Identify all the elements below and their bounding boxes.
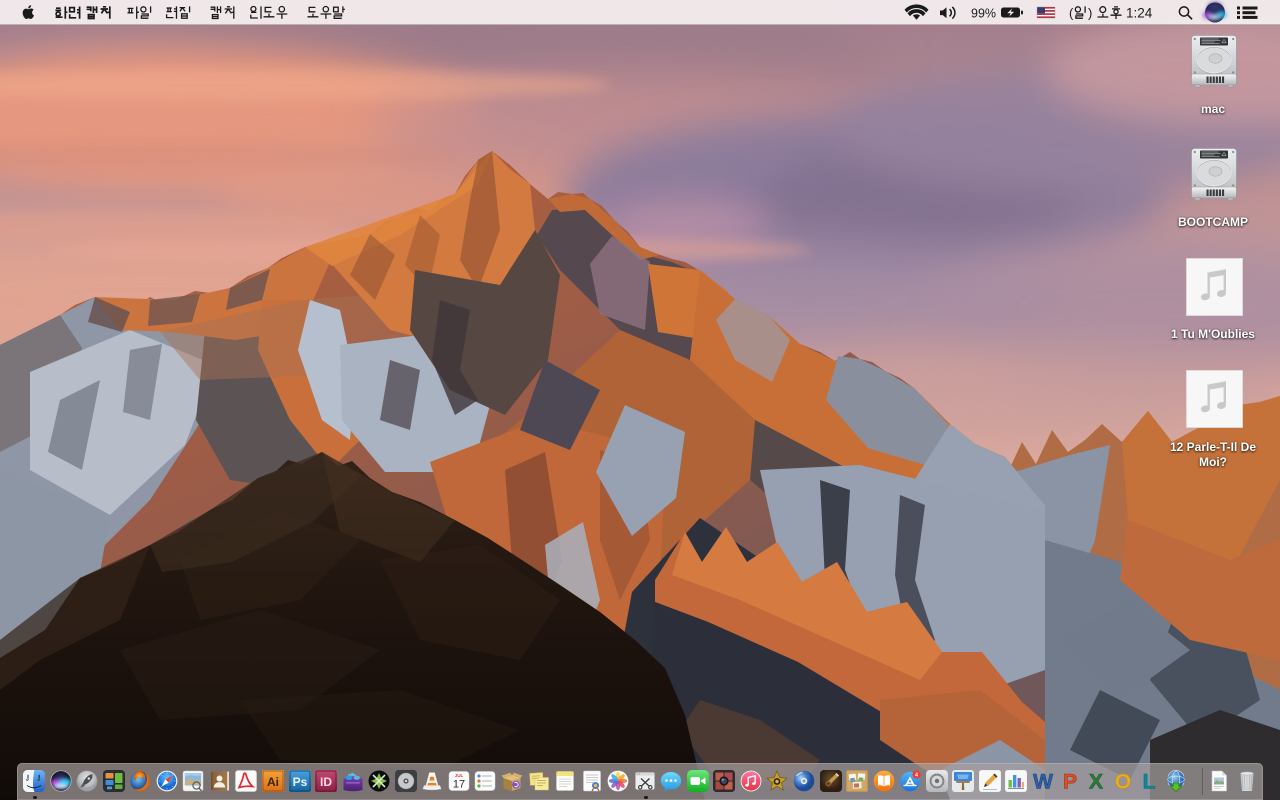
svg-text:ID: ID (320, 775, 332, 789)
svg-text:17: 17 (453, 779, 465, 791)
svg-text:(: ( (1069, 6, 1074, 21)
svg-text:P: P (1062, 771, 1076, 793)
svg-text:L: L (1143, 771, 1156, 793)
svg-text:4: 4 (915, 772, 918, 778)
svg-text:JUL: JUL (454, 773, 463, 778)
svg-text:Ps: Ps (292, 775, 307, 789)
svg-text:1:24: 1:24 (1126, 6, 1153, 21)
svg-text:W: W (1033, 771, 1053, 793)
svg-text:): ) (1088, 6, 1092, 21)
svg-text:99%: 99% (971, 7, 996, 21)
svg-text:Ai: Ai (267, 775, 279, 789)
svg-text:O: O (1114, 771, 1130, 793)
svg-text:X: X (1089, 771, 1103, 793)
